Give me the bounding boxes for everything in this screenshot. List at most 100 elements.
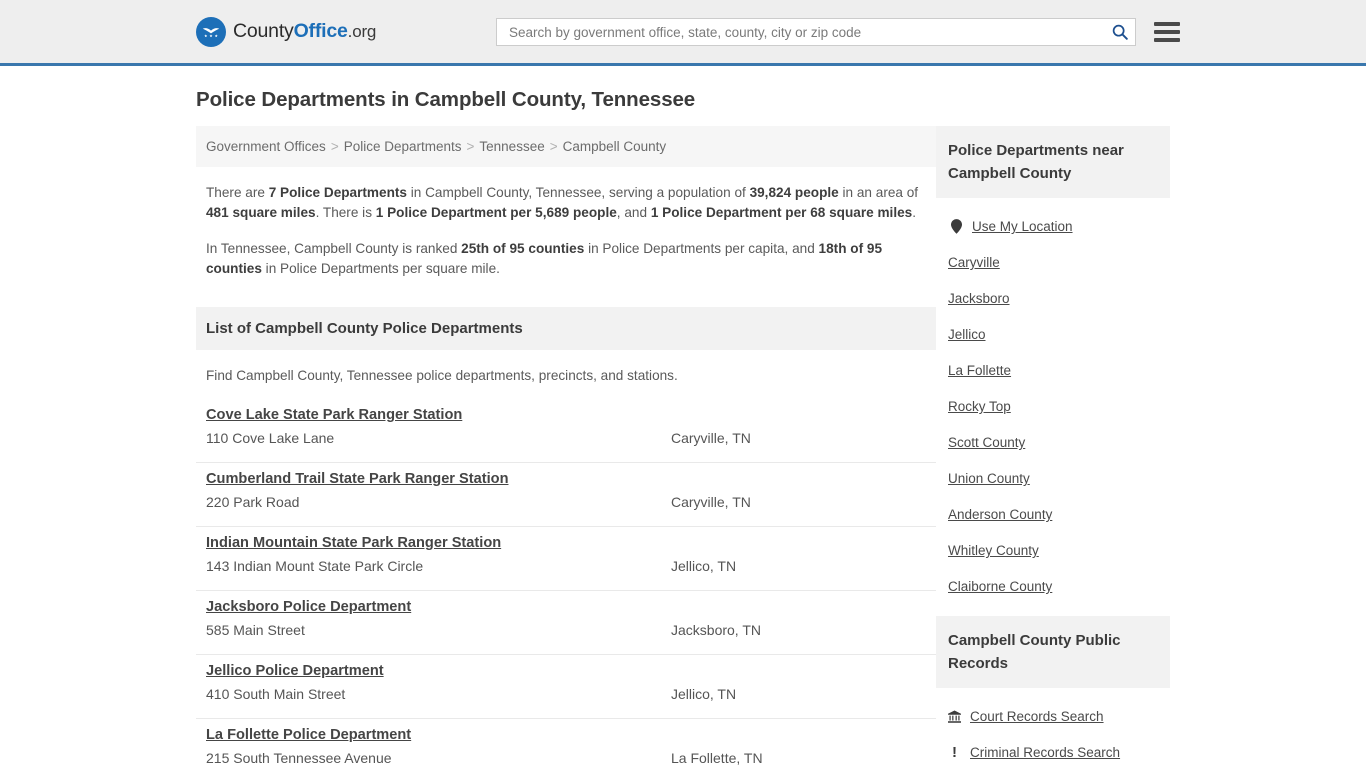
sidebar-link[interactable]: Criminal Records Search — [970, 745, 1120, 760]
intro-text: in Campbell County, Tennessee, serving a… — [406, 185, 750, 200]
nearby-panel-links: Use My Location Caryville Jacksboro Jellico… — [936, 219, 1170, 594]
department-city-state: Jellico, TN — [671, 686, 737, 702]
intro-highlight: 481 square miles — [206, 205, 316, 220]
department-name-link[interactable]: La Follette Police Department — [206, 727, 411, 743]
department-address: 215 South Tennessee Avenue — [206, 750, 392, 766]
logo-text-tld: .org — [347, 22, 377, 41]
intro-text: in an area of — [838, 185, 919, 200]
search-area — [496, 18, 1180, 46]
department-name-link[interactable]: Indian Mountain State Park Ranger Statio… — [206, 535, 501, 551]
sidebar-link[interactable]: Union County — [948, 471, 1030, 486]
hamburger-bar — [1154, 38, 1180, 42]
department-name-link[interactable]: Cumberland Trail State Park Ranger Stati… — [206, 471, 509, 487]
sidebar-link[interactable]: Caryville — [948, 255, 1000, 270]
sidebar-link-row: Whitley County — [948, 543, 1158, 558]
sidebar-link[interactable]: Whitley County — [948, 543, 1039, 558]
sidebar-link[interactable]: Anderson County — [948, 507, 1052, 522]
intro-highlight: 1 Police Department per 5,689 people — [375, 205, 617, 220]
sidebar-link-row: Rocky Top — [948, 399, 1158, 414]
site-logo[interactable]: CountyOffice.org — [196, 16, 376, 47]
sidebar-link-row: Caryville — [948, 255, 1158, 270]
sidebar-link-row: Scott County — [948, 435, 1158, 450]
department-city-state: Jellico, TN — [671, 558, 737, 574]
intro-text: There are — [206, 185, 269, 200]
intro-text: in Police Departments per square mile. — [261, 261, 500, 276]
department-details: 110 Cove Lake Lane Caryville, TN — [206, 430, 926, 446]
hamburger-bar — [1154, 30, 1180, 34]
intro-section: There are 7 Police Departments in Campbe… — [196, 183, 936, 279]
department-name-link[interactable]: Cove Lake State Park Ranger Station — [206, 407, 462, 423]
intro-text: In Tennessee, Campbell County is ranked — [206, 241, 462, 256]
logo-text-office: Office — [293, 20, 348, 42]
sidebar-link[interactable]: Use My Location — [972, 219, 1073, 234]
sidebar-link[interactable]: Jellico — [948, 327, 986, 342]
department-address: 585 Main Street — [206, 622, 305, 638]
department-row: Cove Lake State Park Ranger Station 110 C… — [196, 399, 936, 463]
sidebar-link-row: Jacksboro — [948, 291, 1158, 306]
sidebar-link[interactable]: Claiborne County — [948, 579, 1052, 594]
department-city-state: Jacksboro, TN — [671, 622, 761, 638]
department-name-link[interactable]: Jellico Police Department — [206, 663, 384, 679]
sidebar-link[interactable]: La Follette — [948, 363, 1011, 378]
site-header: CountyOffice.org — [0, 0, 1366, 66]
department-row: Indian Mountain State Park Ranger Statio… — [196, 527, 936, 591]
hamburger-bar — [1154, 22, 1180, 26]
sidebar-link-row: Claiborne County — [948, 579, 1158, 594]
list-section-heading: List of Campbell County Police Departmen… — [196, 307, 936, 350]
sidebar-link-row: ! Criminal Records Search — [948, 745, 1158, 760]
department-row: Jacksboro Police Department 585 Main Stre… — [196, 591, 936, 655]
breadcrumb: Government Offices > Police Departments > Te… — [196, 126, 936, 167]
sidebar-link[interactable]: Scott County — [948, 435, 1025, 450]
sidebar-link[interactable]: Rocky Top — [948, 399, 1011, 414]
breadcrumb-item[interactable]: Police Departments — [344, 139, 462, 154]
sidebar-link-row: La Follette — [948, 363, 1158, 378]
intro-highlight: 39,824 people — [749, 185, 839, 200]
sidebar-link-row: Union County — [948, 471, 1158, 486]
nearby-departments-panel: Police Departments near Campbell County … — [936, 126, 1170, 594]
content-columns: Government Offices > Police Departments > Te… — [196, 126, 1170, 768]
department-details: 215 South Tennessee Avenue La Follette, T… — [206, 750, 926, 766]
main-column: Government Offices > Police Departments > Te… — [196, 126, 936, 768]
search-input[interactable] — [507, 19, 1111, 45]
search-icon[interactable] — [1111, 23, 1129, 41]
hamburger-menu-icon[interactable] — [1154, 22, 1180, 42]
search-box[interactable] — [496, 18, 1136, 46]
intro-text: . — [912, 205, 917, 220]
department-row: Cumberland Trail State Park Ranger Stati… — [196, 463, 936, 527]
intro-text: . There is — [315, 205, 376, 220]
department-address: 110 Cove Lake Lane — [206, 430, 335, 446]
sidebar-link-row: Court Records Search — [948, 709, 1158, 724]
courthouse-icon — [948, 709, 961, 724]
nearby-panel-heading: Police Departments near Campbell County — [936, 126, 1170, 198]
sidebar-link-row: Use My Location — [948, 219, 1158, 234]
breadcrumb-item[interactable]: Tennessee — [479, 139, 544, 154]
sidebar-link[interactable]: Jacksboro — [948, 291, 1010, 306]
department-city-state: La Follette, TN — [671, 750, 763, 766]
breadcrumb-separator: > — [330, 139, 339, 154]
page-title: Police Departments in Campbell County, T… — [196, 88, 696, 111]
breadcrumb-separator: > — [549, 139, 558, 154]
breadcrumb-separator: > — [466, 139, 475, 154]
department-details: 585 Main Street Jacksboro, TN — [206, 622, 926, 638]
sidebar-link-row: Anderson County — [948, 507, 1158, 522]
intro-paragraph-2: In Tennessee, Campbell County is ranked … — [206, 239, 926, 279]
sidebar-link[interactable]: Court Records Search — [970, 709, 1104, 724]
department-address: 143 Indian Mount State Park Circle — [206, 558, 424, 574]
department-row: La Follette Police Department 215 South T… — [196, 719, 936, 768]
sidebar-link-row: Jellico — [948, 327, 1158, 342]
breadcrumb-item[interactable]: Government Offices — [206, 139, 326, 154]
intro-highlight: 25th of 95 counties — [461, 241, 585, 256]
records-panel-heading: Campbell County Public Records — [936, 616, 1170, 688]
department-address: 220 Park Road — [206, 494, 300, 510]
department-city-state: Caryville, TN — [671, 494, 751, 510]
logo-text: CountyOffice.org — [233, 20, 376, 43]
intro-text: in Police Departments per capita, and — [584, 241, 819, 256]
breadcrumb-item[interactable]: Campbell County — [563, 139, 667, 154]
department-details: 143 Indian Mount State Park Circle Jellic… — [206, 558, 926, 574]
department-list: Cove Lake State Park Ranger Station 110 C… — [196, 399, 936, 768]
department-name-link[interactable]: Jacksboro Police Department — [206, 599, 411, 615]
page-container: Police Departments in Campbell County, T… — [0, 88, 1366, 768]
public-records-panel: Campbell County Public Records Court Rec… — [936, 616, 1170, 768]
logo-text-county: County — [233, 20, 294, 42]
department-details: 410 South Main Street Jellico, TN — [206, 686, 926, 702]
